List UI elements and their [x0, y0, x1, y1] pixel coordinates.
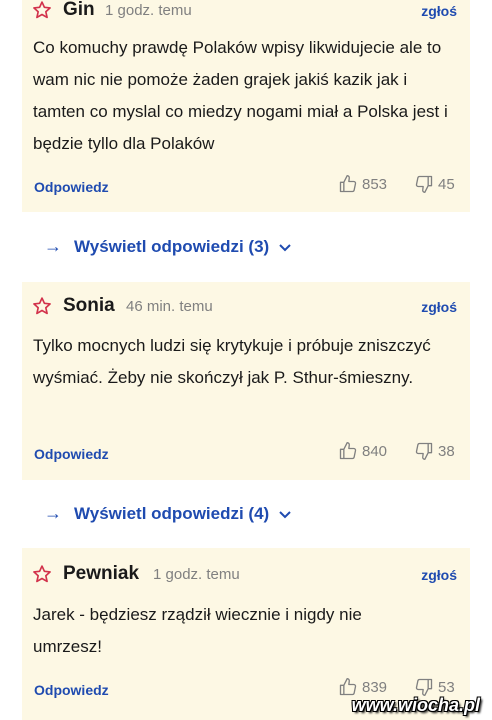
like-button[interactable]: 839 [338, 677, 387, 697]
chevron-down-icon [279, 510, 291, 518]
thumbs-down-icon [415, 442, 433, 460]
show-replies-link[interactable]: → Wyświetl odpowiedzi (4) [44, 503, 293, 524]
report-link[interactable]: zgłoś [421, 3, 457, 19]
dislike-count: 53 [438, 678, 455, 696]
show-replies-link[interactable]: → Wyświetl odpowiedzi (3) [44, 236, 293, 257]
show-replies-label: Wyświetl odpowiedzi (4) [74, 503, 270, 523]
show-replies-label: Wyświetl odpowiedzi (3) [74, 236, 270, 256]
report-link[interactable]: zgłoś [421, 299, 457, 315]
dislike-button[interactable]: 45 [414, 174, 455, 194]
like-count: 840 [362, 442, 388, 460]
comment-time: 1 godz. temu [105, 2, 192, 19]
comment-time: 46 min. temu [126, 298, 213, 315]
thumbs-up-icon [339, 442, 357, 460]
star-icon[interactable] [32, 0, 52, 20]
comment-author[interactable]: Pewniak [63, 563, 139, 585]
like-count: 839 [362, 678, 388, 696]
comment-card: Sonia 46 min. temu zgłoś Tylko mocnych l… [22, 282, 470, 480]
comment-text: Co komuchy prawdę Polaków wpisy likwiduj… [33, 38, 448, 153]
comment-header: Sonia 46 min. temu zgłoś [22, 292, 470, 322]
thumbs-up-icon [339, 678, 357, 696]
arrow-right-icon: → [44, 236, 62, 256]
star-icon[interactable] [32, 564, 52, 584]
arrow-right-icon: → [44, 503, 62, 523]
reply-button[interactable]: Odpowiedz [34, 682, 109, 698]
comment-header: Gin 1 godz. temu zgłoś [22, 0, 470, 26]
like-count: 853 [362, 175, 388, 193]
comment-card: Gin 1 godz. temu zgłoś Co komuchy prawdę… [22, 0, 470, 212]
like-button[interactable]: 840 [338, 441, 387, 461]
comment-text: Tylko mocnych ludzi się krytykuje i prób… [33, 336, 431, 387]
reply-button[interactable]: Odpowiedz [34, 446, 109, 462]
thumbs-down-icon [415, 678, 433, 696]
dislike-count: 45 [438, 175, 455, 193]
comment-header: Pewniak 1 godz. temu zgłoś [22, 560, 470, 590]
report-link[interactable]: zgłoś [421, 567, 457, 583]
star-icon[interactable] [32, 296, 52, 316]
thumbs-down-icon [415, 175, 433, 193]
like-button[interactable]: 853 [338, 174, 387, 194]
reply-button[interactable]: Odpowiedz [34, 179, 109, 195]
comment-time: 1 godz. temu [153, 566, 240, 583]
comment-text: Jarek - będziesz rządził wiecznie i nigd… [33, 605, 362, 656]
chevron-down-icon [279, 243, 291, 251]
comment-author[interactable]: Gin [63, 0, 95, 21]
dislike-button[interactable]: 53 [414, 677, 455, 697]
watermark: www.wiocha.pl [351, 695, 480, 715]
comment-author[interactable]: Sonia [63, 295, 115, 317]
thumbs-up-icon [339, 175, 357, 193]
dislike-button[interactable]: 38 [414, 441, 455, 461]
dislike-count: 38 [438, 442, 455, 460]
